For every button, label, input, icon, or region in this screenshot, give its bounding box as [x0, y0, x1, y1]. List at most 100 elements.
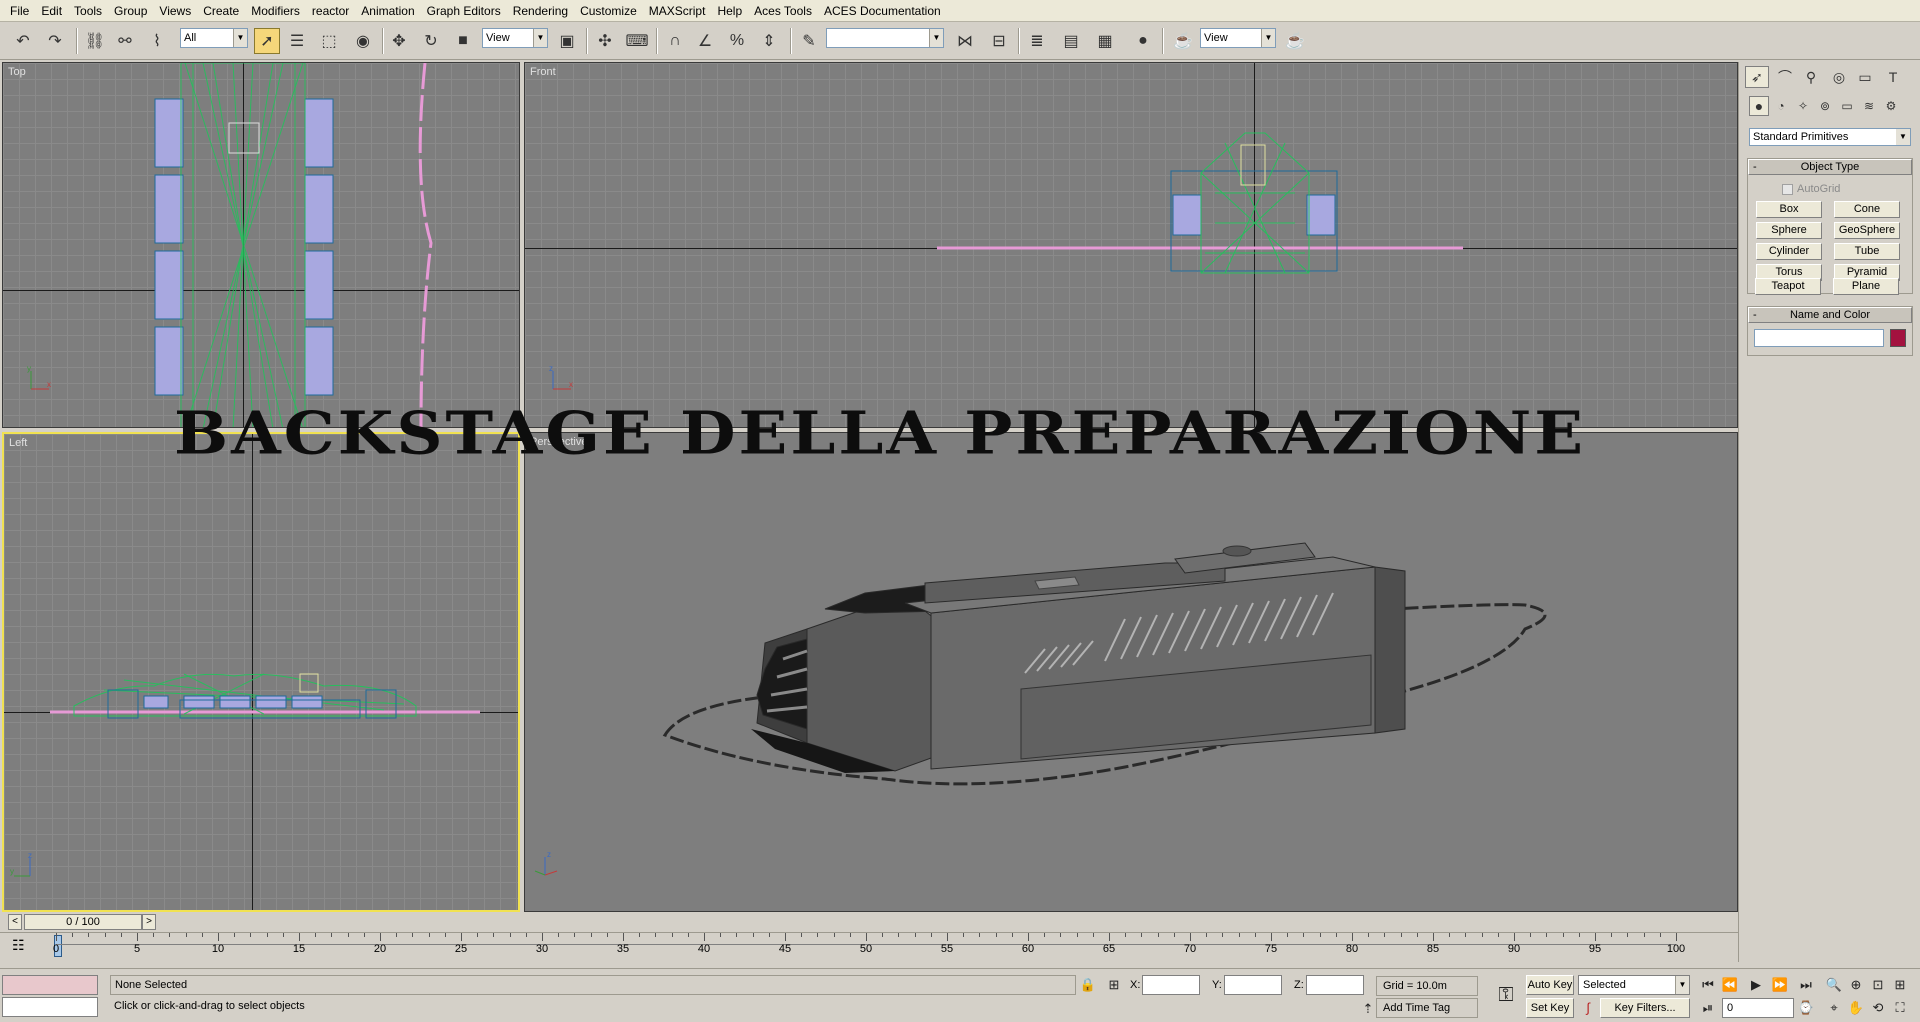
material-editor-icon[interactable]: ●: [1130, 28, 1156, 54]
teapot-button[interactable]: Teapot: [1755, 278, 1821, 295]
mini-curve-editor-icon[interactable]: ☷: [12, 937, 34, 953]
curve-editor-icon[interactable]: ▤: [1058, 28, 1084, 54]
menu-item-file[interactable]: File: [4, 0, 35, 22]
render-view-select[interactable]: View ▼: [1200, 28, 1276, 48]
field-of-view-icon[interactable]: ⌖: [1824, 998, 1844, 1018]
hierarchy-tab-icon[interactable]: ⚲: [1799, 66, 1823, 88]
move-icon[interactable]: ✥: [386, 28, 412, 54]
undo-icon[interactable]: ↶: [10, 28, 36, 54]
align-icon[interactable]: ⊟: [986, 28, 1012, 54]
auto-key-button[interactable]: Auto Key: [1526, 975, 1574, 995]
menu-item-aces-documentation[interactable]: ACES Documentation: [818, 0, 947, 22]
zoom-icon[interactable]: 🔍: [1824, 975, 1844, 995]
menu-item-maxscript[interactable]: MAXScript: [643, 0, 712, 22]
space-warps-icon[interactable]: ≋: [1859, 96, 1879, 116]
redo-icon[interactable]: ↷: [42, 28, 68, 54]
systems-icon[interactable]: ⚙: [1881, 96, 1901, 116]
viewport-left[interactable]: Left zy: [2, 432, 520, 912]
lock-icon[interactable]: 🔒: [1078, 975, 1098, 995]
absolute-mode-icon[interactable]: ⊞: [1104, 975, 1124, 995]
zoom-extents-all-icon[interactable]: ⊞: [1890, 975, 1910, 995]
menu-item-rendering[interactable]: Rendering: [507, 0, 574, 22]
time-config-icon[interactable]: ⌚: [1796, 998, 1816, 1018]
selection-filter-select[interactable]: All ▼: [180, 28, 248, 48]
menu-item-views[interactable]: Views: [153, 0, 197, 22]
menu-item-group[interactable]: Group: [108, 0, 153, 22]
orbit-icon[interactable]: ⟲: [1868, 998, 1888, 1018]
menu-item-customize[interactable]: Customize: [574, 0, 643, 22]
plane-button[interactable]: Plane: [1833, 278, 1899, 295]
key-filters-button[interactable]: Key Filters...: [1600, 998, 1690, 1018]
edit-named-selection-icon[interactable]: ✎: [796, 28, 822, 54]
rect-region-icon[interactable]: ⬚: [316, 28, 342, 54]
bind-space-warp-icon[interactable]: ⌇: [144, 28, 170, 54]
geometry-icon[interactable]: ●: [1749, 96, 1769, 116]
angle-snap-icon[interactable]: ∠: [692, 28, 718, 54]
tube-button[interactable]: Tube: [1834, 243, 1900, 260]
helpers-icon[interactable]: ▭: [1837, 96, 1857, 116]
key-mode-toggle-icon[interactable]: ⏯: [1698, 998, 1718, 1018]
mirror-icon[interactable]: ⋈: [952, 28, 978, 54]
snap-3d-icon[interactable]: ∩: [662, 28, 688, 54]
set-key-button[interactable]: Set Key: [1526, 998, 1574, 1018]
maxscript-listener-mini[interactable]: [2, 975, 98, 995]
box-button[interactable]: Box: [1756, 201, 1822, 218]
menu-item-animation[interactable]: Animation: [355, 0, 420, 22]
create-tab-icon[interactable]: ➶: [1745, 66, 1769, 88]
display-tab-icon[interactable]: ▭: [1853, 66, 1877, 88]
menu-item-modifiers[interactable]: Modifiers: [245, 0, 306, 22]
time-prev-button[interactable]: <: [8, 914, 22, 930]
next-frame-icon[interactable]: ⏩: [1770, 975, 1790, 995]
menu-item-graph-editors[interactable]: Graph Editors: [421, 0, 507, 22]
cylinder-button[interactable]: Cylinder: [1756, 243, 1822, 260]
menu-item-edit[interactable]: Edit: [35, 0, 68, 22]
viewport-perspective[interactable]: Perspective z: [524, 432, 1738, 912]
viewport-front[interactable]: Front xz: [524, 62, 1738, 428]
key-icon[interactable]: ⚿: [1488, 985, 1524, 1005]
time-slider-thumb[interactable]: 0 / 100: [24, 914, 142, 930]
z-coordinate-field[interactable]: [1306, 975, 1364, 995]
current-frame-field[interactable]: 0: [1722, 998, 1794, 1018]
name-color-header[interactable]: - Name and Color: [1748, 307, 1912, 323]
object-type-header[interactable]: - Object Type: [1748, 159, 1912, 175]
autogrid-checkbox[interactable]: AutoGrid: [1782, 183, 1840, 195]
schematic-view-icon[interactable]: ▦: [1092, 28, 1118, 54]
play-icon[interactable]: ▶: [1746, 975, 1766, 995]
keyboard-shortcut-icon[interactable]: ⌨: [624, 28, 650, 54]
object-color-swatch[interactable]: [1890, 329, 1906, 347]
go-to-end-icon[interactable]: ⏭: [1796, 975, 1816, 995]
set-key-curve-icon[interactable]: ∫: [1578, 998, 1598, 1018]
select-by-name-icon[interactable]: ☰: [284, 28, 310, 54]
named-selection-select[interactable]: ▼: [826, 28, 944, 48]
pivot-icon[interactable]: ▣: [554, 28, 580, 54]
ref-coord-select[interactable]: View ▼: [482, 28, 548, 48]
zoom-extents-icon[interactable]: ⊡: [1868, 975, 1888, 995]
menu-item-create[interactable]: Create: [197, 0, 245, 22]
menu-item-reactor[interactable]: reactor: [306, 0, 355, 22]
menu-item-tools[interactable]: Tools: [68, 0, 108, 22]
x-coordinate-field[interactable]: [1142, 975, 1200, 995]
modify-tab-icon[interactable]: ⌒: [1773, 66, 1797, 88]
cone-button[interactable]: Cone: [1834, 201, 1900, 218]
percent-snap-icon[interactable]: %: [724, 28, 750, 54]
manipulate-icon[interactable]: ✣: [592, 28, 618, 54]
scale-icon[interactable]: ■: [450, 28, 476, 54]
window-crossing-icon[interactable]: ◉: [350, 28, 376, 54]
track-bar[interactable]: ☷ 0 5 10 15 20 25 30 35 40 45 50 55 60 65 70 75 80 85 90 95…: [0, 932, 1738, 964]
maximize-viewport-icon[interactable]: ⛶: [1890, 998, 1910, 1018]
zoom-all-icon[interactable]: ⊕: [1846, 975, 1866, 995]
primitive-type-select[interactable]: Standard Primitives ▼: [1749, 128, 1911, 146]
menu-item-aces-tools[interactable]: Aces Tools: [748, 0, 818, 22]
utilities-tab-icon[interactable]: T: [1881, 66, 1905, 88]
viewport-top[interactable]: Top xy: [2, 62, 520, 428]
spinner-snap-icon[interactable]: ⇕: [756, 28, 782, 54]
geosphere-button[interactable]: GeoSphere: [1834, 222, 1900, 239]
y-coordinate-field[interactable]: [1224, 975, 1282, 995]
menu-item-help[interactable]: Help: [711, 0, 748, 22]
key-mode-select[interactable]: Selected ▼: [1578, 975, 1690, 995]
select-link-icon[interactable]: ⛓: [82, 28, 108, 54]
time-tag-icon[interactable]: ⇡: [1358, 999, 1378, 1019]
object-name-field[interactable]: [1754, 329, 1884, 347]
add-time-tag[interactable]: Add Time Tag: [1376, 998, 1478, 1018]
maxscript-input[interactable]: [2, 997, 98, 1017]
